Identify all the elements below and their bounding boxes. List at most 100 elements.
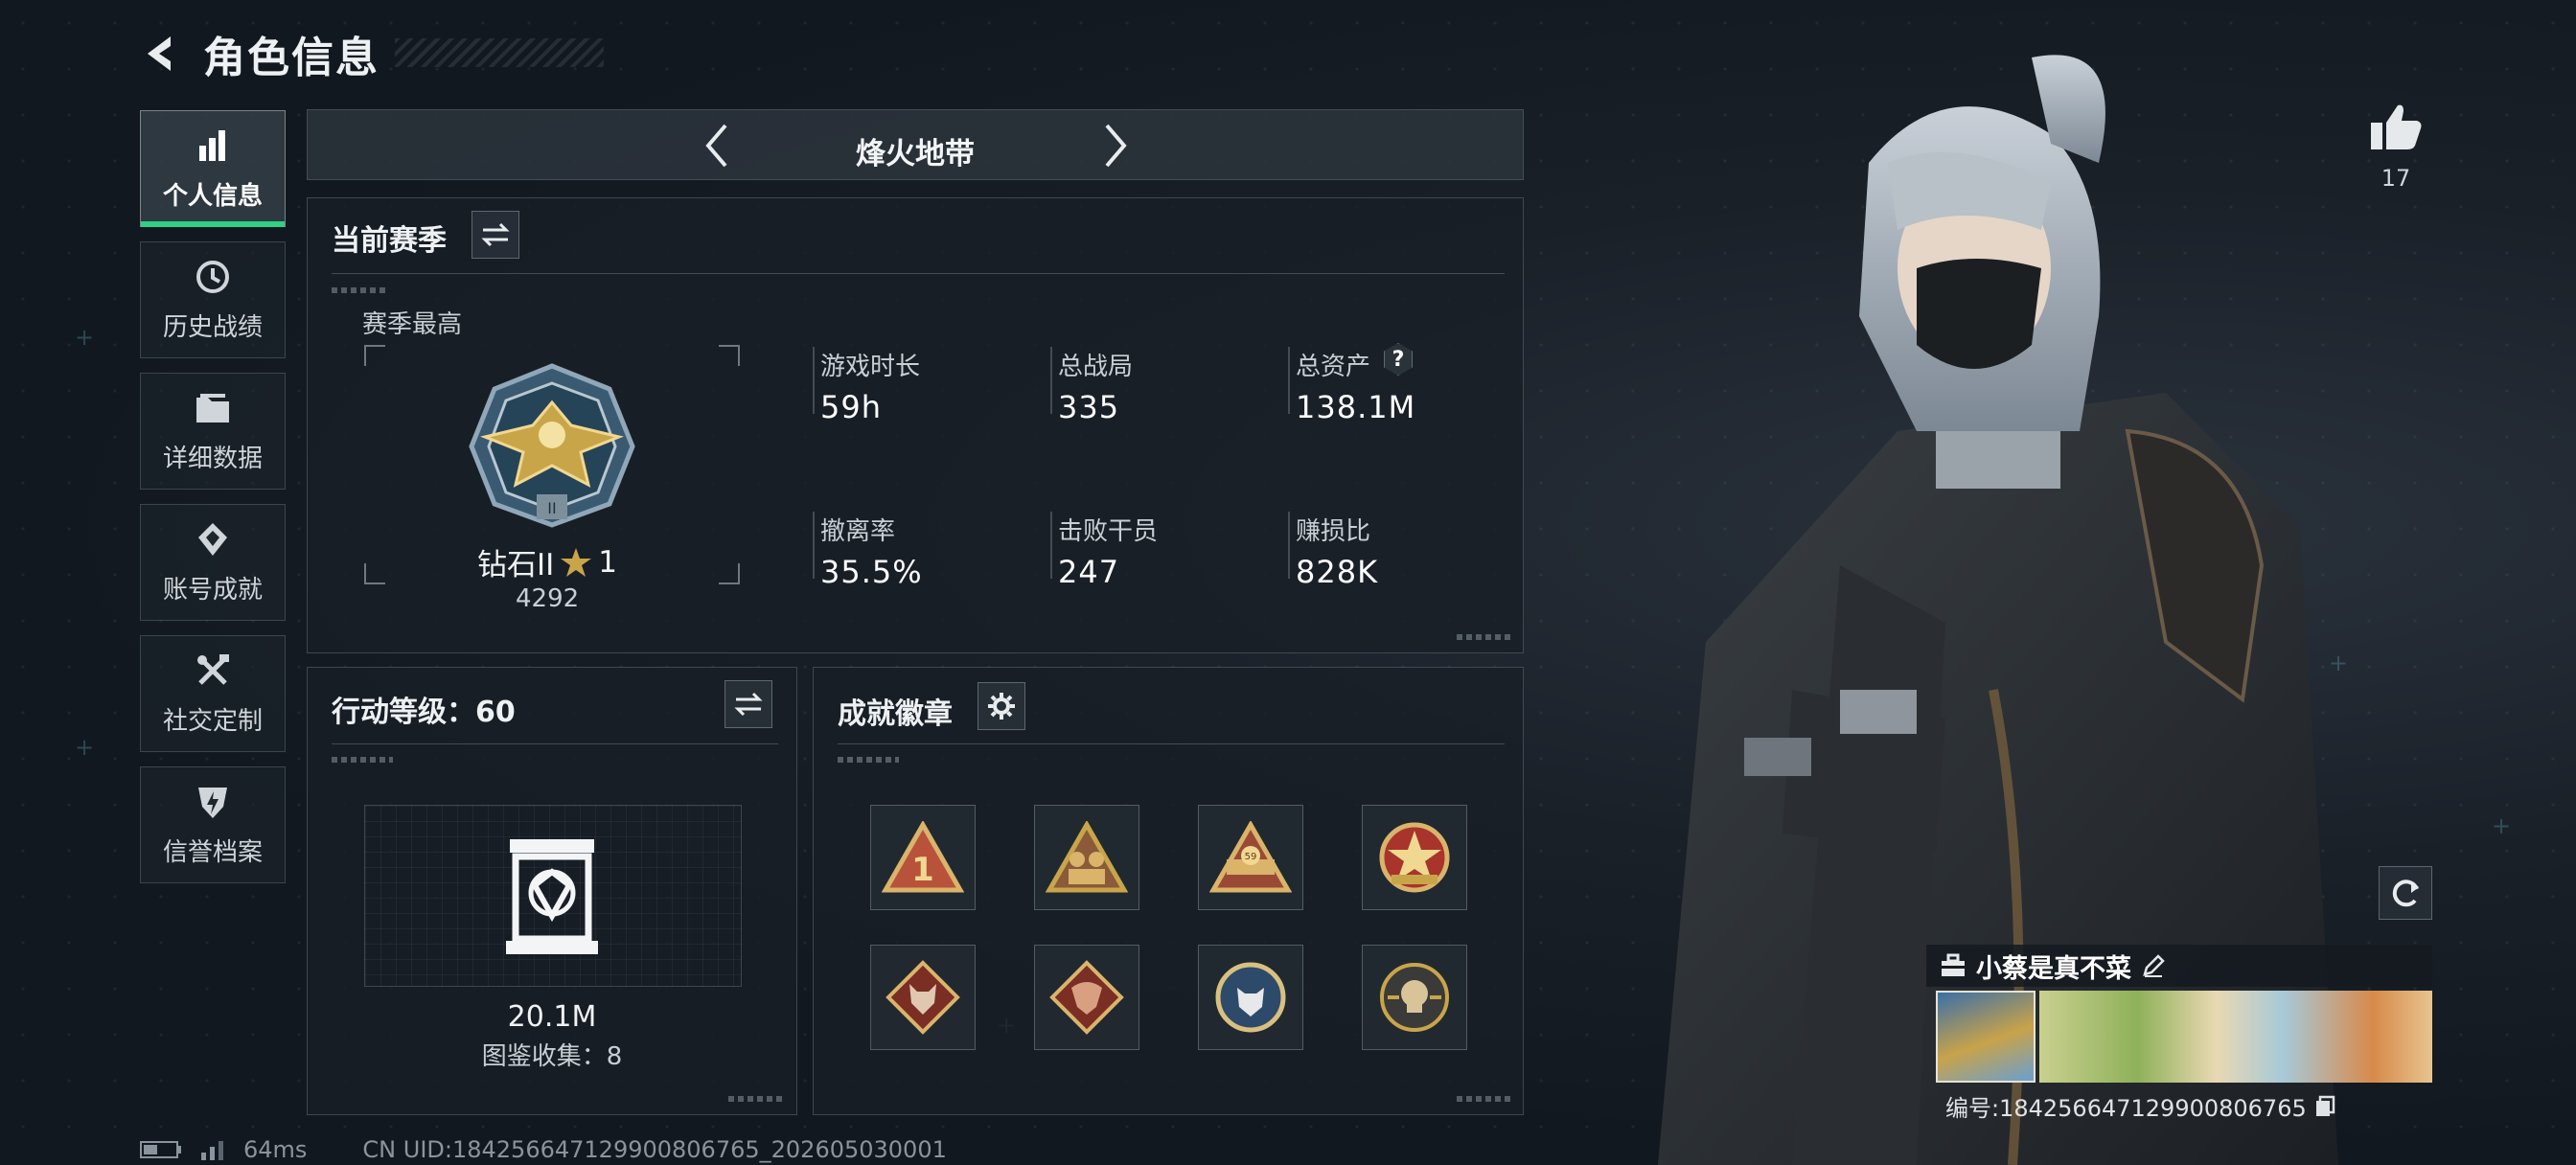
- divider: [332, 743, 778, 744]
- player-namecard[interactable]: 小蔡是真不菜: [1926, 945, 2432, 1083]
- sidebar-item-achievements[interactable]: 账号成就: [140, 504, 286, 621]
- dragon-badge-icon: [1049, 960, 1124, 1035]
- sidebar-item-label: 社交定制: [162, 706, 263, 736]
- uid-footer: CN UID:18425664712990080676​5_2026050300…: [362, 1136, 947, 1163]
- achievements-title: 成就徽章: [838, 697, 953, 731]
- stat-label-kills: 击败干员: [1058, 517, 1159, 546]
- next-mode-button[interactable]: [1090, 120, 1141, 171]
- refresh-icon: [2392, 879, 2419, 907]
- skull-badge-icon: [1380, 963, 1449, 1032]
- divider: [838, 743, 1505, 744]
- copy-icon[interactable]: [2314, 1095, 2335, 1118]
- collection-display-case-icon: [506, 839, 598, 954]
- sidebar-item-label: 个人信息: [162, 181, 263, 211]
- svg-text:59: 59: [1245, 852, 1257, 862]
- back-arrow-icon: [148, 36, 171, 71]
- back-button[interactable]: [140, 33, 182, 75]
- level-value: 20.1M: [507, 1000, 597, 1034]
- sidebar-item-label: 详细数据: [162, 444, 263, 473]
- battery-icon: [140, 1141, 181, 1158]
- swap-arrows-icon: [481, 222, 510, 247]
- stat-label-extract-rate: 撤离率: [820, 517, 896, 546]
- svg-text:1: 1: [911, 851, 934, 889]
- stat-value-profit-ratio: 828K: [1296, 554, 1379, 590]
- page-header: 角色信息: [140, 23, 380, 84]
- achievement-badge[interactable]: [870, 945, 976, 1050]
- stat-value-assets: 138.1M: [1296, 389, 1416, 425]
- shield-icon: [194, 783, 232, 821]
- achievement-icon: [194, 520, 232, 559]
- namecard-header: 小蔡是真不菜: [1926, 945, 2432, 987]
- stat-label-assets: 总资产: [1296, 353, 1371, 381]
- gear-icon: [988, 693, 1015, 720]
- stat-value-extract-rate: 35.5%: [820, 554, 923, 590]
- like-button[interactable]: 17: [2358, 102, 2434, 192]
- sidebar-item-label: 信誉档案: [162, 837, 263, 867]
- stat-label-playtime: 游戏时长: [820, 353, 921, 381]
- sidebar-item-detailed-data[interactable]: 详细数据: [140, 373, 286, 490]
- history-clock-icon: [194, 258, 232, 296]
- achievement-badge[interactable]: [1362, 805, 1467, 910]
- collection-count: 图鉴收集：8: [481, 1042, 623, 1071]
- thumbs-up-icon: [2371, 104, 2422, 149]
- player-id-text: 编号:18425664712990080676​5: [1945, 1095, 2307, 1122]
- team-badge-icon: [1046, 821, 1128, 893]
- decoration-ticks: [332, 757, 393, 763]
- level-title: 行动等级：60: [332, 696, 516, 729]
- rank-score: 4292: [516, 584, 580, 613]
- stat-value-playtime: 59h: [820, 389, 882, 425]
- status-bar: 64ms CN UID:18425664712990080676​5_20260…: [140, 1136, 947, 1163]
- sidebar: 个人信息 历史战绩 详细数据 账号成就 社交定制 信誉档案: [140, 110, 286, 898]
- season-best-label: 赛季最高: [362, 310, 463, 339]
- sidebar-item-personal-info[interactable]: 个人信息: [140, 110, 286, 227]
- folder-icon: [194, 389, 232, 427]
- edit-pencil-icon[interactable]: [2141, 953, 2166, 978]
- page-title: 角色信息: [203, 34, 380, 82]
- sidebar-item-history[interactable]: 历史战绩: [140, 241, 286, 358]
- header-decoration: [395, 38, 604, 67]
- sidebar-item-credit[interactable]: 信誉档案: [140, 766, 286, 883]
- mode-title: 烽火地带: [856, 137, 975, 171]
- decoration-ticks: [838, 757, 899, 763]
- decoration-ticks: [332, 287, 389, 293]
- player-id: 编号:18425664712990080676​5: [1945, 1089, 2335, 1123]
- achievement-badge[interactable]: [1034, 805, 1139, 910]
- achievement-badge[interactable]: [1362, 945, 1467, 1050]
- rank-name: 钻石II: [477, 548, 555, 582]
- rank-diamond-emblem-icon: II: [469, 363, 635, 528]
- wolf-badge-icon: [886, 960, 960, 1035]
- sidebar-item-label: 历史战绩: [162, 312, 263, 342]
- stat-value-matches: 335: [1058, 389, 1120, 425]
- signal-icon: [201, 1141, 223, 1160]
- avatar: [1936, 991, 2036, 1083]
- season-swap-button[interactable]: [472, 211, 519, 259]
- tools-icon: [194, 651, 232, 690]
- svg-text:II: II: [547, 499, 556, 517]
- ping: 64ms: [243, 1136, 308, 1163]
- stat-label-matches: 总战局: [1058, 353, 1134, 381]
- bar-chart-icon: [194, 126, 232, 165]
- rank-line: 钻石II 1: [477, 540, 617, 583]
- achievement-badge[interactable]: 1: [870, 805, 976, 910]
- star-emblem-badge-icon: [1379, 822, 1450, 893]
- stat-value-kills: 247: [1058, 554, 1120, 590]
- like-count: 17: [2380, 165, 2411, 192]
- star-icon: [561, 547, 592, 577]
- namecard-banner: [2039, 991, 2432, 1083]
- rank-stars: 1: [598, 544, 618, 580]
- decoration-ticks: [1457, 634, 1510, 640]
- briefcase-icon: [1942, 953, 1965, 976]
- level-swap-button[interactable]: [724, 680, 772, 728]
- achievements-settings-button[interactable]: [978, 682, 1025, 730]
- mode-switcher: 烽火地带: [307, 109, 1524, 180]
- wolf-medal-badge-icon: [1215, 962, 1286, 1033]
- tier-59-badge-icon: 59: [1209, 821, 1292, 893]
- sidebar-item-social[interactable]: 社交定制: [140, 635, 286, 752]
- decoration-ticks: [728, 1096, 782, 1102]
- achievement-badge[interactable]: [1198, 945, 1303, 1050]
- player-name: 小蔡是真不菜: [1976, 953, 2131, 984]
- decoration-ticks: [1457, 1096, 1510, 1102]
- achievement-badge[interactable]: 59: [1198, 805, 1303, 910]
- achievement-badge[interactable]: [1034, 945, 1139, 1050]
- rotate-character-button[interactable]: [2379, 866, 2432, 920]
